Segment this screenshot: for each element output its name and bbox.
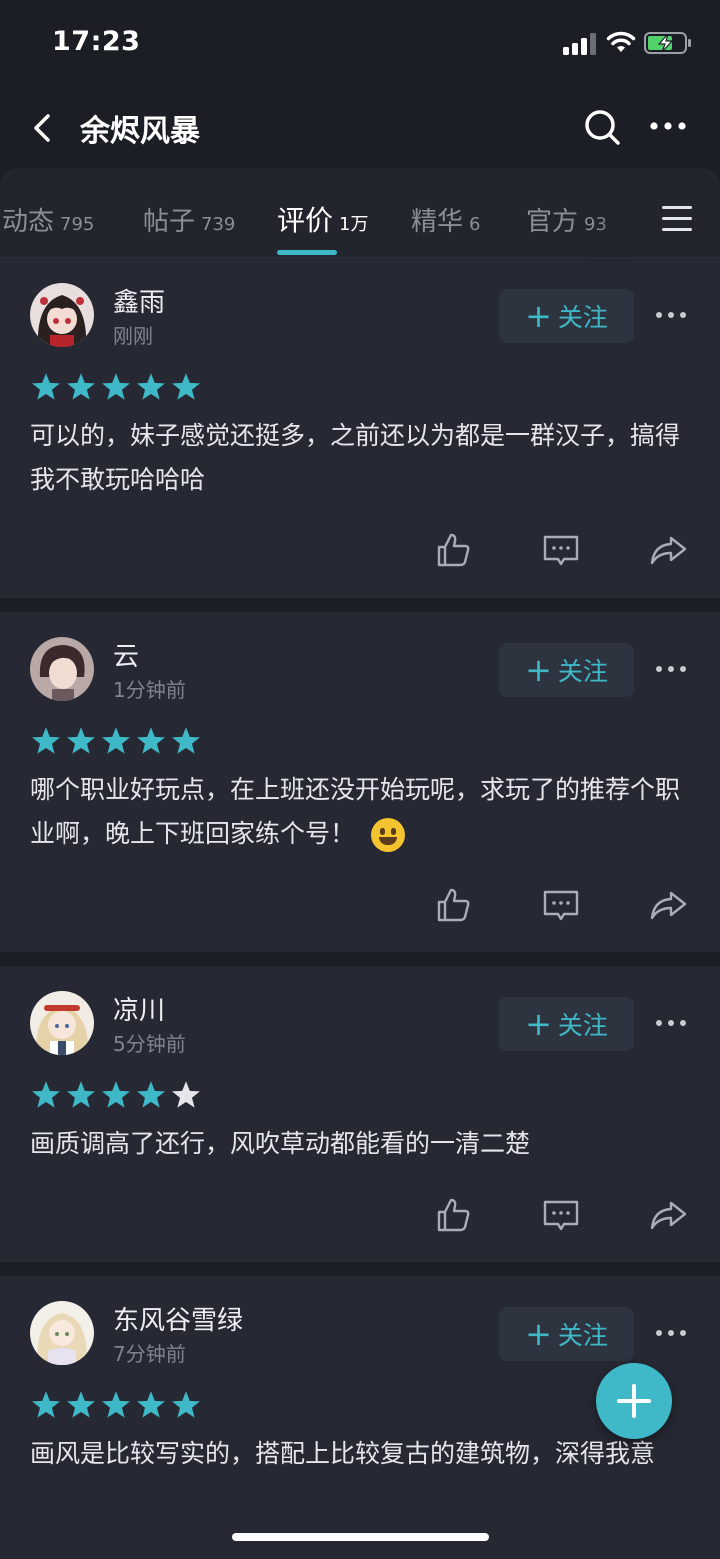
star-icon xyxy=(30,1081,65,1114)
share-icon[interactable] xyxy=(648,530,688,570)
plus-icon: + xyxy=(525,1005,552,1043)
wifi-icon xyxy=(606,31,636,52)
more-icon[interactable] xyxy=(654,1328,688,1338)
follow-button[interactable]: + 关注 xyxy=(499,997,634,1051)
tab-reviews[interactable]: 评价 1万 xyxy=(277,199,368,239)
post-time: 1分钟前 xyxy=(113,678,186,702)
status-time: 17:23 xyxy=(52,26,141,57)
rating-stars xyxy=(30,372,205,402)
share-icon[interactable] xyxy=(648,885,688,925)
username[interactable]: 云 xyxy=(113,636,139,673)
follow-button[interactable]: + 关注 xyxy=(499,643,634,697)
plus-icon: + xyxy=(525,297,552,335)
review-card: 鑫雨刚刚 + 关注可以的，妹子感觉还挺多，之前还以为都是一群汉子，搞得我不敢玩哈哈哈 xyxy=(0,258,720,598)
page-title: 余烬风暴 xyxy=(80,114,200,149)
star-icon xyxy=(135,727,170,760)
star-icon xyxy=(100,727,135,760)
star-icon xyxy=(170,1391,205,1424)
smile-emoji-icon xyxy=(370,818,405,852)
rating-stars xyxy=(30,1390,205,1420)
post-time: 7分钟前 xyxy=(113,1342,186,1366)
post-time: 5分钟前 xyxy=(113,1032,186,1056)
star-icon xyxy=(170,1081,205,1114)
active-tab-indicator xyxy=(277,250,337,255)
tab-list-icon[interactable] xyxy=(662,206,692,232)
home-indicator xyxy=(232,1533,489,1541)
star-icon xyxy=(135,1391,170,1424)
tab-featured[interactable]: 精华 6 xyxy=(411,201,480,238)
more-icon[interactable] xyxy=(654,664,688,674)
rating-stars xyxy=(30,1080,205,1110)
status-bar: 17:23 xyxy=(0,0,720,88)
username[interactable]: 凉川 xyxy=(113,990,165,1027)
plus-icon: + xyxy=(525,1315,552,1353)
tab-bar: 动态 795 帖子 739 评价 1万 精华 6 官方 93 xyxy=(0,168,720,258)
more-icon[interactable] xyxy=(654,1018,688,1028)
star-icon xyxy=(100,1391,135,1424)
more-icon[interactable] xyxy=(654,310,688,320)
more-options-icon[interactable] xyxy=(648,116,688,136)
back-arrow-icon[interactable] xyxy=(28,108,58,148)
tab-dynamic[interactable]: 动态 795 xyxy=(2,201,94,238)
star-icon xyxy=(30,727,65,760)
review-text: 画质调高了还行，风吹草动都能看的一清二楚 xyxy=(30,1129,531,1158)
review-actions xyxy=(0,530,720,576)
review-card: 凉川 5分钟前 + 关注画质调高了还行，风吹草动都能看的一清二楚 xyxy=(0,966,720,1262)
comment-icon[interactable] xyxy=(541,885,581,925)
like-icon[interactable] xyxy=(433,1195,473,1235)
star-icon xyxy=(65,727,100,760)
search-icon[interactable] xyxy=(582,106,622,150)
star-icon xyxy=(100,373,135,406)
battery-charging-icon xyxy=(644,32,691,54)
avatar[interactable] xyxy=(30,637,94,701)
star-icon xyxy=(135,373,170,406)
username[interactable]: 东风谷雪绿 xyxy=(113,1300,243,1337)
username[interactable]: 鑫雨 xyxy=(113,282,165,319)
review-text: 可以的，妹子感觉还挺多，之前还以为都是一群汉子，搞得我不敢玩哈哈哈 xyxy=(30,421,681,494)
avatar[interactable] xyxy=(30,991,94,1055)
star-icon xyxy=(30,373,65,406)
avatar[interactable] xyxy=(30,1301,94,1365)
nav-bar: 余烬风暴 xyxy=(0,88,720,168)
review-card: 云 1分钟前 + 关注哪个职业好玩点，在上班还没开始玩呢，求玩了的推荐个职业啊，晚上下… xyxy=(0,612,720,952)
avatar[interactable] xyxy=(30,283,94,347)
add-post-button[interactable] xyxy=(596,1363,672,1439)
comment-icon[interactable] xyxy=(541,530,581,570)
tab-official[interactable]: 官方 93 xyxy=(526,201,607,238)
like-icon[interactable] xyxy=(433,885,473,925)
like-icon[interactable] xyxy=(433,530,473,570)
plus-icon: + xyxy=(525,651,552,689)
post-time: 刚刚 xyxy=(113,324,153,348)
star-icon xyxy=(100,1081,135,1114)
star-icon xyxy=(135,1081,170,1114)
star-icon xyxy=(170,373,205,406)
signal-icon xyxy=(563,33,599,55)
review-actions xyxy=(0,1195,720,1241)
rating-stars xyxy=(30,726,205,756)
star-icon xyxy=(170,727,205,760)
share-icon[interactable] xyxy=(648,1195,688,1235)
tab-posts[interactable]: 帖子 739 xyxy=(143,201,235,238)
follow-button[interactable]: + 关注 xyxy=(499,289,634,343)
review-text: 哪个职业好玩点，在上班还没开始玩呢，求玩了的推荐个职业啊，晚上下班回家练个号！ xyxy=(30,768,690,856)
review-actions xyxy=(0,885,720,931)
comment-icon[interactable] xyxy=(541,1195,581,1235)
review-text: 画风是比较写实的，搭配上比较复古的建筑物，深得我意 xyxy=(30,1439,656,1468)
star-icon xyxy=(65,1081,100,1114)
follow-button[interactable]: + 关注 xyxy=(499,1307,634,1361)
star-icon xyxy=(65,1391,100,1424)
star-icon xyxy=(65,373,100,406)
star-icon xyxy=(30,1391,65,1424)
